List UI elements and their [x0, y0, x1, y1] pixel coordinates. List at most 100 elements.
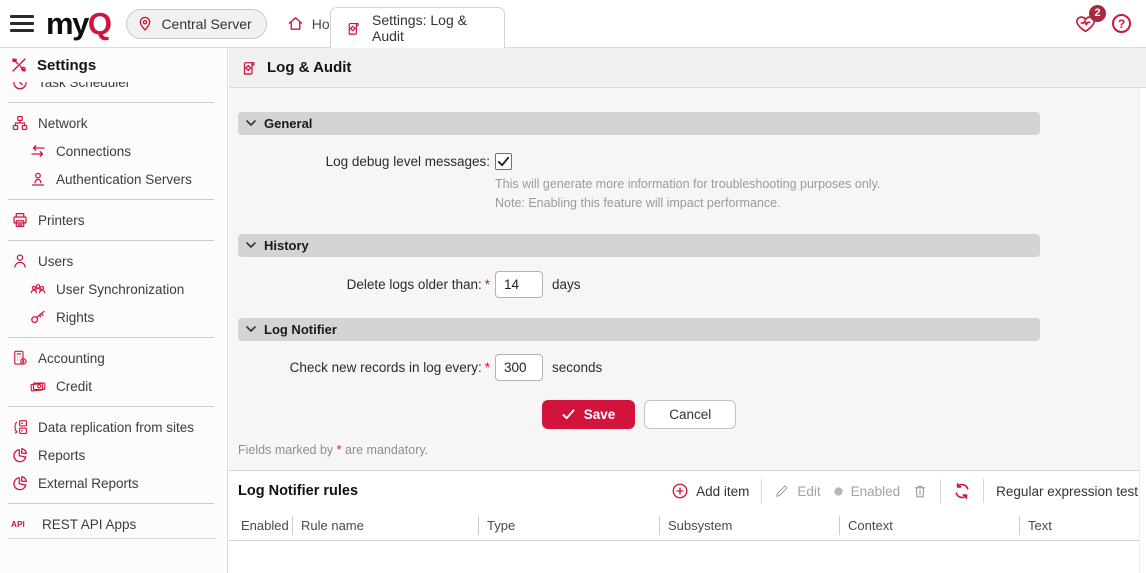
settings-form: General Log debug level messages: This w… — [229, 88, 1146, 457]
sidebar-item-log-audit[interactable]: Log & Audit — [4, 538, 221, 539]
pie-chart-icon — [11, 474, 29, 492]
edit-label: Edit — [797, 484, 820, 499]
chevron-down-icon — [246, 242, 256, 249]
sidebar-item-label: Connections — [56, 144, 131, 159]
refresh-button[interactable] — [953, 482, 971, 500]
section-header-history[interactable]: History — [238, 234, 1040, 257]
log-scroll-icon — [240, 59, 258, 77]
sidebar-item-task-scheduler[interactable]: Task Scheduler — [0, 82, 227, 96]
edit-button[interactable]: Edit — [774, 483, 820, 499]
column-header-subsystem[interactable]: Subsystem — [659, 516, 839, 535]
logo-my: my — [46, 6, 88, 41]
sidebar-item-label: Rights — [56, 310, 94, 325]
checkmark-icon — [497, 155, 510, 168]
scrollbar-track[interactable] — [1139, 88, 1146, 573]
sidebar-item-user-synchronization[interactable]: User Synchronization — [0, 275, 227, 303]
api-icon: API — [11, 515, 33, 533]
active-tab-label: Settings: Log & Audit — [372, 12, 490, 44]
menu-icon[interactable] — [10, 11, 34, 36]
rules-header: Log Notifier rules Add item Edit Enabled — [229, 471, 1146, 511]
history-label: Delete logs older than:* — [238, 277, 490, 292]
key-icon — [29, 308, 47, 326]
data-replication-icon — [11, 418, 29, 436]
sidebar-item-label: Authentication Servers — [56, 172, 192, 187]
save-label: Save — [584, 407, 616, 422]
chevron-down-icon — [246, 326, 256, 333]
location-pin-icon — [137, 16, 155, 32]
column-header-type[interactable]: Type — [478, 516, 659, 535]
log-scroll-icon — [345, 20, 363, 37]
section-title: General — [264, 116, 312, 131]
sidebar-item-rest-api-apps[interactable]: API REST API Apps — [0, 510, 227, 538]
sidebar-title: Settings — [0, 48, 227, 82]
logo-q: Q — [88, 6, 111, 41]
sidebar-title-label: Settings — [37, 57, 96, 74]
user-group-icon — [29, 280, 47, 298]
check-records-interval-input[interactable] — [495, 354, 543, 381]
sidebar-item-users[interactable]: Users — [0, 247, 227, 275]
sidebar-item-connections[interactable]: Connections — [0, 137, 227, 165]
notifier-label: Check new records in log every:* — [238, 360, 490, 375]
rules-table-header: Enabled Rule name Type Subsystem Context… — [229, 511, 1146, 541]
required-marker: * — [485, 277, 490, 292]
sidebar-item-external-reports[interactable]: External Reports — [0, 469, 227, 497]
check-icon — [562, 408, 575, 421]
mandatory-note: Fields marked by * are mandatory. — [238, 443, 1146, 457]
home-icon — [287, 15, 305, 32]
settings-sidebar: Settings Task Scheduler Network Connecti… — [0, 48, 228, 573]
system-health-button[interactable]: 2 — [1074, 13, 1097, 35]
dot-icon — [833, 486, 844, 497]
required-marker: * — [485, 360, 490, 375]
debug-checkbox[interactable] — [495, 153, 512, 170]
sidebar-item-data-replication[interactable]: Data replication from sites — [0, 413, 227, 441]
section-title: Log Notifier — [264, 322, 337, 337]
divider — [8, 199, 214, 200]
debug-label: Log debug level messages: — [238, 154, 490, 169]
sidebar-item-network[interactable]: Network — [0, 109, 227, 137]
form-buttons: Save Cancel — [238, 400, 1040, 429]
regex-test-button[interactable]: Regular expression test — [996, 484, 1138, 499]
section-header-general[interactable]: General — [238, 112, 1040, 135]
myq-logo[interactable]: myQ — [46, 8, 110, 39]
sidebar-item-label: Users — [38, 254, 73, 269]
log-notifier-rules-section: Log Notifier rules Add item Edit Enabled — [229, 470, 1146, 573]
sidebar-item-label: Accounting — [38, 351, 105, 366]
sidebar-item-reports[interactable]: Reports — [0, 441, 227, 469]
rules-toolbar: Add item Edit Enabled — [671, 479, 1138, 503]
swap-arrows-icon — [29, 142, 47, 160]
section-header-log-notifier[interactable]: Log Notifier — [238, 318, 1040, 341]
save-button[interactable]: Save — [542, 400, 636, 429]
auth-person-icon — [29, 170, 47, 188]
sidebar-item-label: Printers — [38, 213, 85, 228]
column-header-rule-name[interactable]: Rule name — [292, 516, 478, 535]
sidebar-item-label: User Synchronization — [56, 282, 184, 297]
sidebar-item-label: Credit — [56, 379, 92, 394]
help-icon[interactable]: ? — [1112, 14, 1131, 33]
add-item-label: Add item — [696, 484, 749, 499]
sidebar-item-rights[interactable]: Rights — [0, 303, 227, 331]
tab-settings-log-audit[interactable]: Settings: Log & Audit — [330, 7, 505, 48]
delete-logs-older-input[interactable] — [495, 271, 543, 298]
sidebar-item-credit[interactable]: Credit — [0, 372, 227, 400]
column-header-text[interactable]: Text — [1019, 516, 1146, 535]
sidebar-item-authentication-servers[interactable]: Authentication Servers — [0, 165, 227, 193]
rules-title: Log Notifier rules — [238, 483, 358, 499]
page-title: Log & Audit — [267, 59, 351, 76]
column-header-context[interactable]: Context — [839, 516, 1019, 535]
printer-icon — [11, 211, 29, 229]
divider — [8, 240, 214, 241]
sidebar-item-accounting[interactable]: Accounting — [0, 344, 227, 372]
sidebar-item-printers[interactable]: Printers — [0, 206, 227, 234]
notifier-row: Check new records in log every:* seconds — [238, 354, 1146, 381]
cancel-button[interactable]: Cancel — [644, 400, 736, 429]
delete-button[interactable] — [912, 483, 928, 500]
tools-icon — [10, 56, 28, 74]
add-item-button[interactable]: Add item — [671, 482, 749, 500]
sidebar-scroll-area[interactable]: Task Scheduler Network Connections Authe… — [0, 82, 227, 539]
column-header-enabled[interactable]: Enabled — [229, 516, 292, 535]
refresh-icon — [953, 482, 971, 500]
regex-test-label: Regular expression test — [996, 484, 1138, 499]
add-circle-icon — [671, 482, 689, 500]
enabled-toggle-button[interactable]: Enabled — [833, 484, 901, 499]
server-selector-button[interactable]: Central Server — [126, 9, 266, 39]
